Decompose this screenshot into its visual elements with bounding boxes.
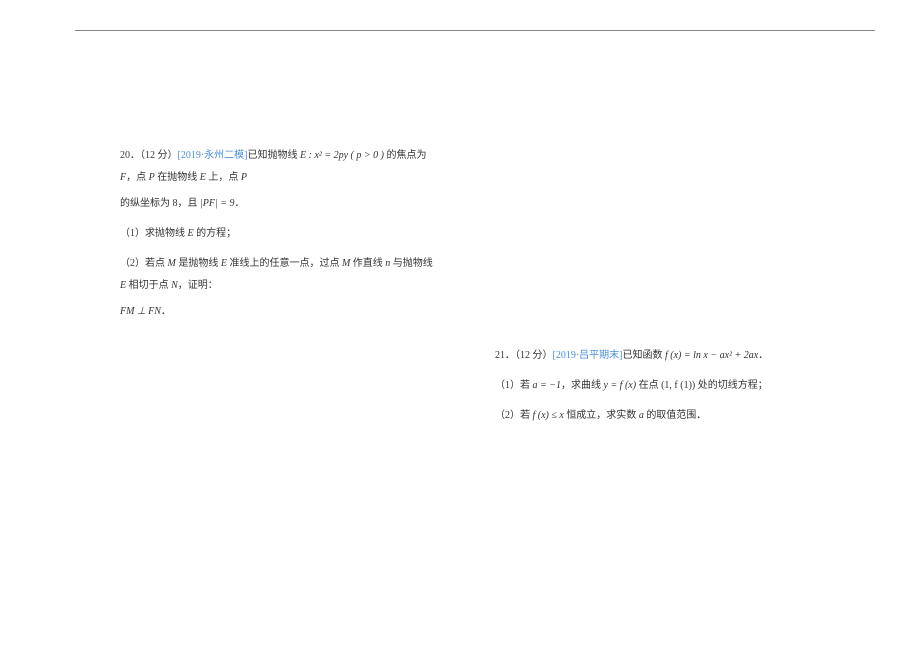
q20-part2-line2: FM ⊥ FN． [120,301,440,323]
q20-number: 20．（12 分） [120,150,178,161]
q21-part1-text: 在点 [636,380,661,391]
q21-part1-text: ，求曲线 [561,380,604,391]
q20-part2-text: 作直线 [350,258,385,269]
q21-source-link: [2019·吕平期末] [553,350,623,361]
q20-part2-text: 与抛物线 [390,258,433,269]
q20-text: ． [234,198,244,209]
q21-curve: y = f (x) [604,380,637,391]
q21-text: 已知函数 [623,350,666,361]
q21-point: (1, f (1)) [661,380,695,391]
q21-part2-text: （2）若 [495,410,533,421]
q20-part1: （1）求抛物线 E 的方程； [120,223,440,245]
q20-part2-text: ，证明： [178,280,218,291]
q20-conclusion: FM ⊥ FN [120,306,161,317]
q20-n2: N [171,280,178,291]
q21-inequality: f (x) ≤ x [533,410,564,421]
q20-point-p2: P [241,172,247,183]
q21-line1: 21．（12 分）[2019·吕平期末]已知函数 f (x) = ln x − … [495,345,815,367]
q20-source-link: [2019·永州二模] [178,150,248,161]
q20-pf-equation: |PF| = 9 [200,198,234,209]
q20-text: 的纵坐标为 8，且 [120,198,200,209]
q21-number: 21．（12 分） [495,350,553,361]
q20-part2-text: （2）若点 [120,258,168,269]
q20-part1-end: 的方程； [194,228,237,239]
q21-a-condition: a = −1 [533,380,562,391]
q20-part2-line1: （2）若点 M 是抛物线 E 准线上的任意一点，过点 M 作直线 n 与抛物线 … [120,253,440,297]
q21-part2-text: 恒成立，求实数 [564,410,639,421]
q20-text: 的焦点为 [384,150,427,161]
q20-curve-equation: E : x² = 2py ( p > 0 ) [300,150,384,161]
q20-line1: 20．（12 分）[2019·永州二模]已知抛物线 E : x² = 2py (… [120,145,440,189]
q20-text: 在抛物线 [155,172,200,183]
page-top-border [75,30,875,31]
q21-part1-text: （1）若 [495,380,533,391]
q21-part1-text: 处的切线方程； [695,380,768,391]
q20-part2-text: 准线上的任意一点，过点 [227,258,342,269]
q20-text: ，点 [126,172,149,183]
q21-part1: （1）若 a = −1，求曲线 y = f (x) 在点 (1, f (1)) … [495,375,815,397]
q20-text: 已知抛物线 [248,150,301,161]
q21-text: ． [758,350,768,361]
q20-text: 上，点 [206,172,241,183]
q20-part2-text: 相切于点 [126,280,171,291]
q21-part2: （2）若 f (x) ≤ x 恒成立，求实数 a 的取值范围． [495,405,815,427]
q20-m: M [168,258,176,269]
question-20-block: 20．（12 分）[2019·永州二模]已知抛物线 E : x² = 2py (… [120,145,440,327]
q21-function-equation: f (x) = ln x − ax² + 2ax [665,350,758,361]
q20-part2-text: 是抛物线 [176,258,221,269]
q20-part1-text: （1）求抛物线 [120,228,188,239]
q20-part2-end: ． [161,306,171,317]
q21-part2-text: 的取值范围． [644,410,707,421]
q20-line2: 的纵坐标为 8，且 |PF| = 9． [120,193,440,215]
question-21-block: 21．（12 分）[2019·吕平期末]已知函数 f (x) = ln x − … [495,345,815,431]
